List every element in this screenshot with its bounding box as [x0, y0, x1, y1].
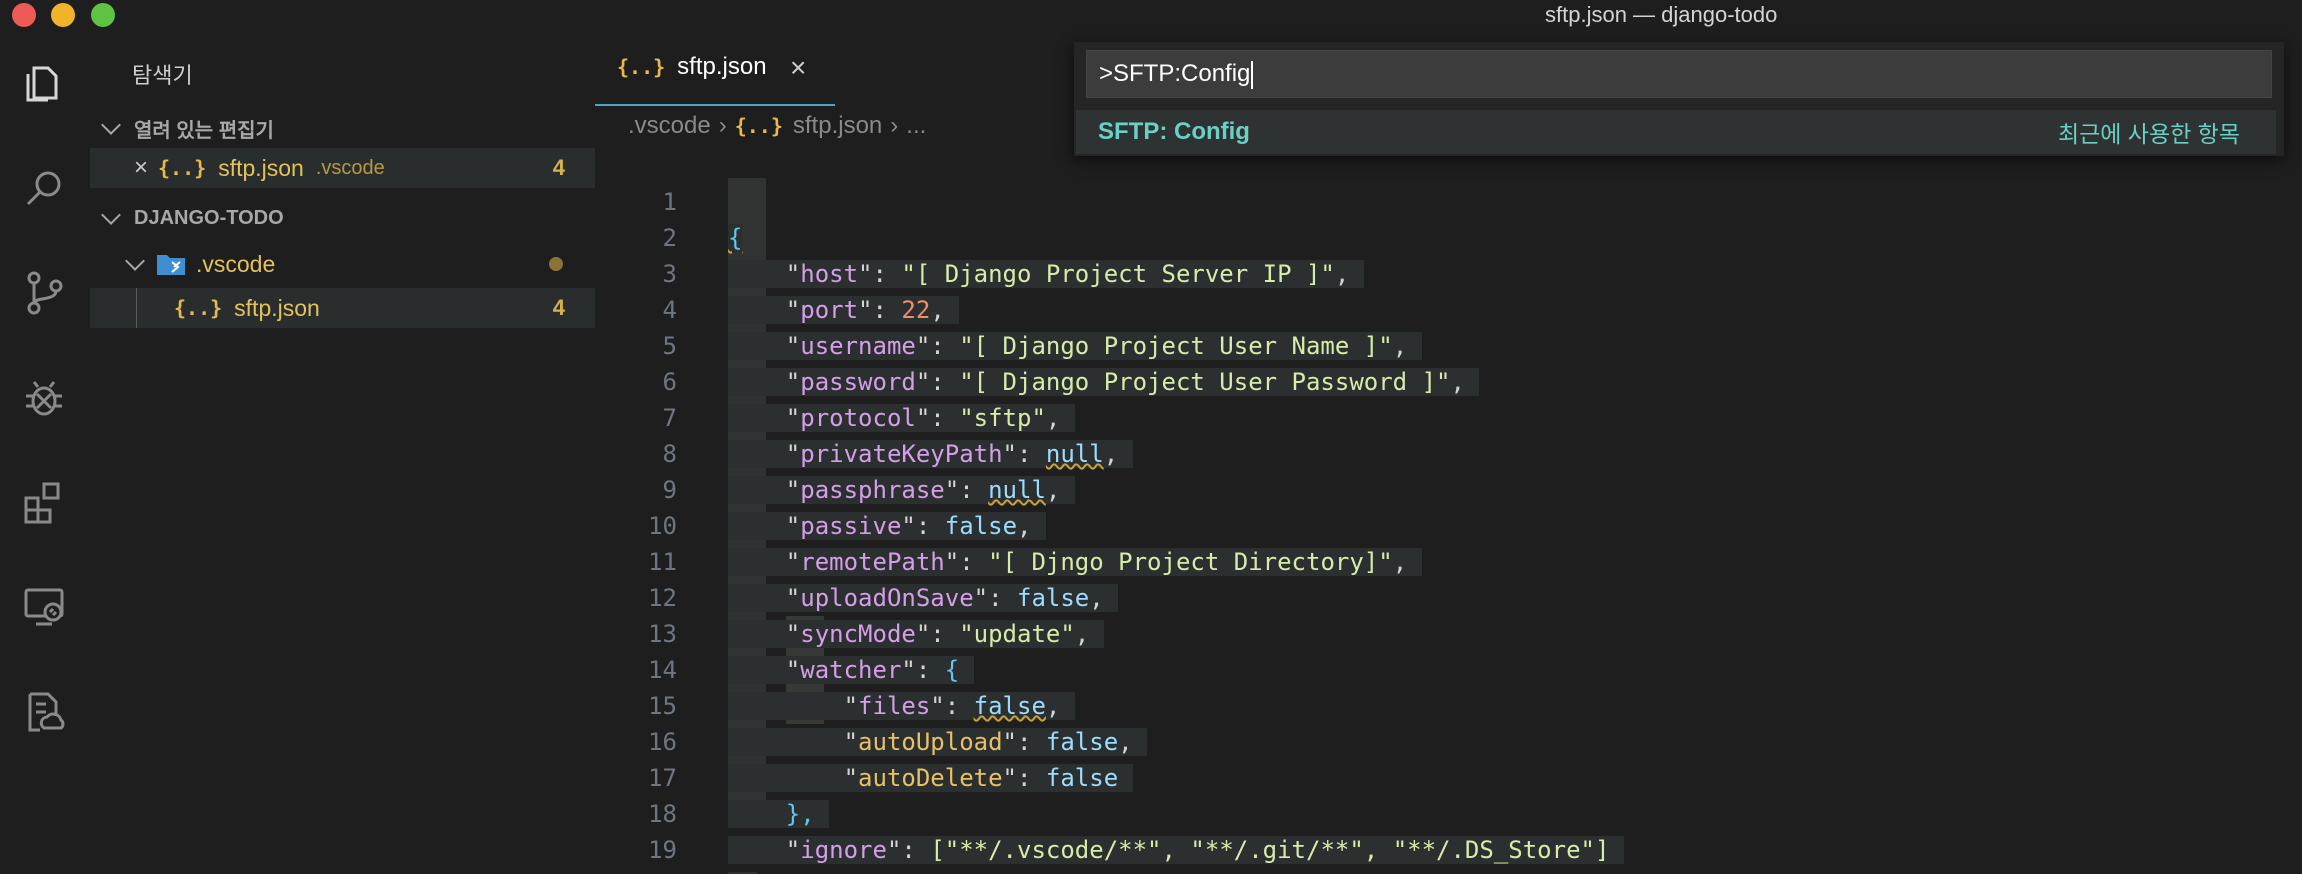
- code-line: 7 "privateKeyPath": null,: [662, 404, 1133, 468]
- chevron-down-icon: [101, 115, 121, 135]
- command-palette-item[interactable]: SFTP: Config 최근에 사용한 항목: [1076, 110, 2276, 154]
- breadcrumb: .vscode › {..} sftp.json › ...: [628, 112, 926, 140]
- command-palette-input[interactable]: >SFTP:Config: [1086, 50, 2272, 98]
- json-file-icon: {..}: [617, 55, 666, 79]
- source-control-icon[interactable]: [20, 268, 68, 316]
- code-line: 12 "syncMode": "update",: [648, 584, 1104, 648]
- chevron-right-icon: ›: [890, 112, 899, 139]
- remote-explorer-icon[interactable]: [20, 582, 68, 630]
- recently-used-label: 최근에 사용한 항목: [2057, 121, 2240, 147]
- code-line: 9 "passive": false,: [662, 476, 1046, 540]
- modified-dot: [549, 257, 563, 271]
- code-line: 8 "passphrase": null,: [662, 440, 1075, 504]
- explorer-sidebar: 탐색기 열려 있는 편집기 × {..} sftp.json .vscode 4…: [90, 30, 595, 874]
- window-title: sftp.json — django-todo: [1545, 2, 1778, 27]
- close-icon[interactable]: ×: [134, 154, 148, 182]
- close-window-button[interactable]: [12, 3, 36, 27]
- minimize-window-button[interactable]: [51, 3, 75, 27]
- command-palette: >SFTP:Config SFTP: Config 최근에 사용한 항목: [1074, 42, 2284, 156]
- code-line: 5 "password": "[ Django Project User Pas…: [662, 332, 1480, 396]
- code-editor[interactable]: 1 { 2 "host": "[ Django Project Server I…: [595, 148, 2302, 874]
- chevron-down-icon: [101, 205, 121, 225]
- tab-label: sftp.json: [677, 53, 767, 80]
- code-line: 13 "watcher": {: [595, 580, 2302, 684]
- code-line: 3 "port": 22,: [662, 260, 960, 324]
- code-line: 4 "username": "[ Django Project User Nam…: [662, 296, 1422, 360]
- code-line: 11 "uploadOnSave": false,: [648, 548, 1119, 612]
- sidebar-title: 탐색기: [132, 63, 193, 88]
- breadcrumb-file[interactable]: sftp.json: [793, 112, 882, 140]
- breadcrumb-more[interactable]: ...: [906, 112, 926, 140]
- problems-count-badge: 4: [552, 155, 565, 180]
- tab-sftp-json[interactable]: {..} sftp.json ×: [595, 30, 835, 106]
- explorer-icon[interactable]: [20, 58, 68, 106]
- activity-bar: [0, 30, 90, 874]
- debug-icon[interactable]: [20, 374, 68, 422]
- code-line: 6 "protocol": "sftp",: [662, 368, 1075, 432]
- tree-indent-guide: [136, 288, 137, 328]
- zoom-window-button[interactable]: [91, 3, 115, 27]
- json-file-icon: {..}: [734, 114, 783, 138]
- code-line: 17 },: [595, 724, 2302, 828]
- title-bar: sftp.json — django-todo: [0, 0, 2302, 30]
- open-editor-folder: .vscode: [315, 156, 385, 179]
- code-line: 19 }: [595, 796, 2302, 874]
- code-line: 10 "remotePath": "[ Djngo Project Direct…: [648, 512, 1422, 576]
- command-label: SFTP: Config: [1098, 118, 1250, 145]
- text-cursor: [1251, 60, 1254, 89]
- folder-item-vscode[interactable]: .vscode: [90, 244, 595, 284]
- json-file-icon: {..}: [158, 156, 207, 180]
- project-label: DJANGO-TODO: [134, 206, 284, 229]
- folder-name: .vscode: [196, 250, 276, 277]
- sftp-icon[interactable]: [20, 688, 68, 736]
- code-line: 18 "ignore": ["**/.vscode/**", "**/.git/…: [595, 760, 2302, 864]
- project-section-header[interactable]: DJANGO-TODO: [90, 198, 595, 238]
- code-line: 14 "files": false,: [648, 656, 1075, 720]
- chevron-down-icon: [125, 251, 145, 271]
- extensions-icon[interactable]: [20, 478, 68, 526]
- chevron-right-icon: ›: [718, 112, 727, 139]
- close-icon[interactable]: ×: [790, 52, 806, 84]
- open-editor-filename: sftp.json: [218, 154, 304, 181]
- json-file-icon: {..}: [174, 296, 223, 320]
- open-editors-label: 열려 있는 편집기: [134, 119, 274, 142]
- code-line: 2 "host": "[ Django Project Server IP ]"…: [662, 224, 1364, 288]
- vscode-folder-icon: [157, 255, 185, 275]
- breadcrumb-folder[interactable]: .vscode: [628, 112, 711, 140]
- code-line: 20: [595, 832, 2302, 874]
- file-item-sftp-json[interactable]: {..} sftp.json 4: [90, 288, 595, 328]
- problems-count-badge: 4: [552, 295, 565, 320]
- code-line: 15 "autoUpload": false,: [648, 692, 1148, 756]
- search-icon[interactable]: [20, 164, 68, 212]
- open-editor-item[interactable]: × {..} sftp.json .vscode 4: [90, 148, 595, 188]
- file-name: sftp.json: [234, 294, 320, 321]
- code-line: 16 "autoDelete": false: [595, 688, 2302, 792]
- open-editors-section-header[interactable]: 열려 있는 편집기: [90, 108, 595, 148]
